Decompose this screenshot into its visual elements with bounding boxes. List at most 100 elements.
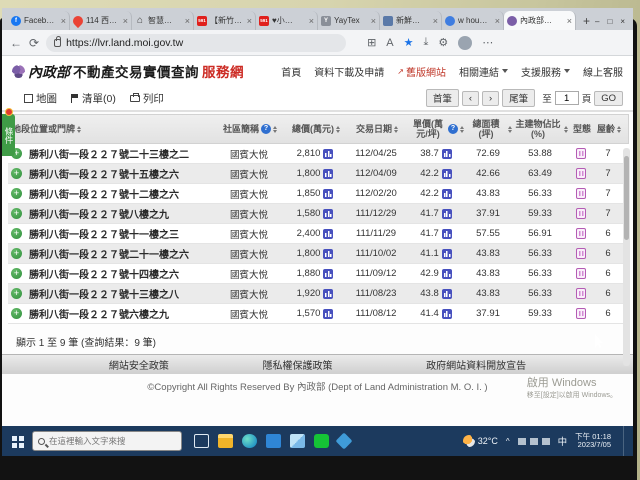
column-header[interactable]: 社區簡稱 ? [213,124,287,134]
weather-widget[interactable]: 32°C [463,435,498,447]
browser-tab[interactable]: 新鮮… × [380,11,442,30]
tab-close-icon[interactable]: × [495,16,500,26]
sort-icon[interactable] [617,126,621,133]
building-type-icon[interactable] [576,188,586,199]
expand-row-icon[interactable]: + [11,168,22,179]
taskbar-search-input[interactable] [49,436,169,446]
building-type-icon[interactable] [576,148,586,159]
help-icon[interactable]: ? [261,124,271,134]
expand-row-icon[interactable]: + [11,228,22,239]
nav-item[interactable]: 資料下載及申請 [314,64,384,79]
expand-row-icon[interactable]: + [11,308,22,319]
building-type-icon[interactable] [576,228,586,239]
expand-row-icon[interactable]: + [11,268,22,279]
sort-icon[interactable] [336,126,340,133]
building-type-icon[interactable] [576,168,586,179]
building-type-icon[interactable] [576,208,586,219]
minimize-button[interactable]: – [595,17,599,26]
expand-row-icon[interactable]: + [11,248,22,259]
price-trend-icon[interactable] [323,149,333,159]
mail-icon[interactable] [290,434,305,448]
tab-close-icon[interactable]: × [61,16,66,26]
sort-icon[interactable] [460,126,464,133]
close-button[interactable]: × [620,17,625,26]
tab-close-icon[interactable]: × [247,16,252,26]
next-page-button[interactable]: › [482,91,499,106]
column-header[interactable]: 地段位置或門牌 [9,124,213,134]
price-trend-icon[interactable] [323,309,333,319]
refresh-icon[interactable]: ⟳ [29,36,39,50]
price-trend-icon[interactable] [323,229,333,239]
scrollbar[interactable] [623,148,630,366]
font-size-icon[interactable]: A [386,37,393,49]
nav-item[interactable]: 線上客服 [583,64,623,79]
last-page-button[interactable]: 尾筆 [502,89,535,107]
site-logo[interactable]: 內政部 不動產交易實價查詢 服務網 [12,61,244,82]
column-header[interactable]: 屋齡 [595,124,623,134]
table-row[interactable]: + 勝利八街一段２２７號十三樓之八 國賓大悅 1,920 111/08/23 4… [8,284,629,304]
maximize-button[interactable]: □ [607,17,612,26]
unit-price-trend-icon[interactable] [442,209,452,219]
tab-close-icon[interactable]: × [309,16,314,26]
edge-icon[interactable] [242,434,257,448]
back-icon[interactable]: ← [10,36,22,50]
footer-link[interactable]: 隱私權保護政策 [262,357,332,372]
expand-row-icon[interactable]: + [11,288,22,299]
scrollbar-thumb[interactable] [624,156,629,240]
nav-item[interactable]: 首頁 [281,64,301,79]
unit-price-trend-icon[interactable] [442,169,452,179]
expand-row-icon[interactable]: + [11,208,22,219]
nav-item[interactable]: 支援服務 [521,64,570,79]
unit-price-trend-icon[interactable] [442,229,452,239]
price-trend-icon[interactable] [323,269,333,279]
browser-tab[interactable]: Y YayTex × [318,11,380,30]
go-button[interactable]: GO [594,91,623,106]
sort-icon[interactable] [564,126,568,133]
tray-expand-icon[interactable]: ^ [506,437,510,446]
unit-price-trend-icon[interactable] [442,249,452,259]
sort-icon[interactable] [273,126,277,133]
line-icon[interactable] [314,434,329,448]
sort-icon[interactable] [77,126,81,133]
tab-close-icon[interactable]: × [433,16,438,26]
page-number-input[interactable] [555,91,579,105]
new-tab-button[interactable]: + [580,13,593,29]
column-header[interactable]: 主建物佔比(%) [513,119,569,139]
ime-indicator[interactable]: 中 [558,434,568,448]
browser-tab[interactable]: w hou… × [442,11,504,30]
table-row[interactable]: + 勝利八街一段２２７號八樓之九 國賓大悅 1,580 111/12/29 41… [8,204,629,224]
tab-close-icon[interactable]: × [567,16,572,26]
tab-close-icon[interactable]: × [123,16,128,26]
start-button[interactable] [6,430,28,452]
grid-icon[interactable]: ⊞ [367,36,376,49]
unit-price-trend-icon[interactable] [442,149,452,159]
footer-link[interactable]: 網站安全政策 [109,357,169,372]
unit-price-trend-icon[interactable] [442,309,452,319]
column-header[interactable]: 單價(萬元/坪) ? [409,119,465,139]
browser-tab[interactable]: 114 西… × [70,11,132,30]
photos-icon[interactable] [336,433,353,450]
help-icon[interactable]: ? [448,124,458,134]
unit-price-trend-icon[interactable] [442,189,452,199]
building-type-icon[interactable] [576,288,586,299]
menu-dots-icon[interactable]: ⋯ [482,36,493,49]
filter-conditions-side-tab[interactable]: 條件 [2,114,15,156]
footer-link[interactable]: 政府網站資料開放宣告 [426,357,526,372]
browser-tab[interactable]: ⌂ 智慧… × [132,11,194,30]
building-type-icon[interactable] [576,268,586,279]
price-trend-icon[interactable] [323,169,333,179]
browser-tab[interactable]: 591 ♥小… × [256,11,318,30]
table-row[interactable]: + 勝利八街一段２２７號六樓之九 國賓大悅 1,570 111/08/12 41… [8,304,629,324]
expand-row-icon[interactable]: + [11,188,22,199]
browser-tab[interactable]: 內政部… × [504,11,576,30]
price-trend-icon[interactable] [323,189,333,199]
table-row[interactable]: + 勝利八街一段２２７號二十三樓之二 國賓大悅 2,810 112/04/25 … [8,144,629,164]
column-header[interactable]: 型態 [569,124,595,134]
first-page-button[interactable]: 首筆 [426,89,459,107]
bookmark-star-icon[interactable]: ★ [404,36,414,49]
price-trend-icon[interactable] [323,289,333,299]
price-trend-icon[interactable] [323,209,333,219]
browser-tab[interactable]: 591 【新竹… × [194,11,256,30]
show-desktop-button[interactable] [623,426,627,456]
tab-close-icon[interactable]: × [185,16,190,26]
